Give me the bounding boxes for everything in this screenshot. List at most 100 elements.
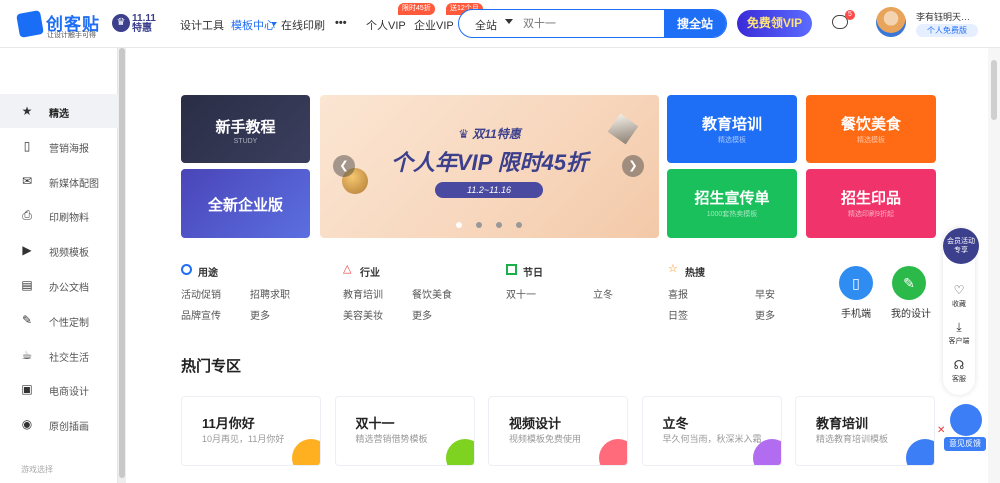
- hot-topic-card[interactable]: 教育培训 精选教育培训模板: [795, 396, 935, 466]
- category-link[interactable]: 双十一: [506, 286, 536, 301]
- hot-topic-card[interactable]: 立冬 早久何当雨，秋深米入霜: [641, 396, 782, 466]
- sidebar-item[interactable]: ☕ 社交生活: [0, 338, 118, 372]
- quick-action-label[interactable]: 我的设计: [891, 305, 931, 320]
- free-vip-button[interactable]: 免费领VIP: [737, 10, 812, 37]
- hot-topic-subtitle: 视频模板免费使用: [509, 434, 582, 444]
- category-title: 节日: [523, 268, 543, 279]
- page-scroll-thumb[interactable]: [991, 60, 997, 120]
- search-input[interactable]: [523, 15, 663, 32]
- avatar[interactable]: [876, 7, 906, 37]
- hot-topic-subtitle: 早久何当雨，秋深米入霜: [662, 434, 762, 444]
- sidebar-item[interactable]: ✉ 新媒体配图: [0, 164, 118, 198]
- nav-personal-vip[interactable]: 个人VIP: [366, 17, 406, 33]
- nav-template-center[interactable]: 模板中心: [231, 17, 275, 33]
- banner-dot[interactable]: [476, 222, 482, 228]
- search-scope-select[interactable]: 全站: [475, 17, 497, 33]
- category-link[interactable]: 更多: [412, 307, 432, 322]
- logo[interactable]: 创客贴 让设计触手可得: [16, 8, 108, 40]
- sidebar-item[interactable]: ▯ 营销海报: [0, 129, 118, 163]
- sidebar-item-label: 营销海报: [49, 143, 89, 155]
- category-link[interactable]: 餐饮美食: [412, 286, 452, 301]
- category-card[interactable]: 教育培训 精选模板: [667, 95, 797, 163]
- search-button[interactable]: 搜全站: [664, 10, 726, 37]
- category-link[interactable]: 早安: [755, 286, 775, 301]
- feedback-label: 意见反馈: [944, 437, 986, 451]
- sidebar-item[interactable]: ▤ 办公文档: [0, 268, 118, 302]
- sidebar-item-label: 印刷物料: [49, 213, 89, 225]
- caret-down-icon[interactable]: [505, 19, 513, 24]
- category-link[interactable]: 活动促销: [181, 286, 221, 301]
- shop-icon: ▣: [21, 382, 33, 397]
- nav-design-tools[interactable]: 设计工具: [180, 17, 224, 33]
- sidebar-item-label: 社交生活: [49, 352, 89, 364]
- hot-topic-card[interactable]: 双十一 精选营销借势模板: [334, 396, 475, 466]
- hot-topic-card[interactable]: 视频设计 视频模板免费使用: [488, 396, 628, 466]
- tool-label[interactable]: 客服: [945, 374, 973, 384]
- sidebar-item[interactable]: ⎙ 印刷物料: [0, 198, 118, 232]
- category-link[interactable]: 更多: [755, 307, 775, 322]
- nav-enterprise-vip[interactable]: 企业VIP: [414, 17, 454, 33]
- video-icon: ▶: [22, 243, 32, 258]
- logo-mark-icon: [16, 10, 44, 38]
- banner-dot[interactable]: [496, 222, 502, 228]
- hot-topic-card[interactable]: 11月你好 10月再见，11月你好: [181, 396, 321, 466]
- category-link[interactable]: 招聘求职: [250, 286, 290, 301]
- download-icon[interactable]: ⤓: [952, 320, 966, 334]
- personal-vip-badge: 限时45折: [398, 3, 435, 15]
- category-card[interactable]: 招生宣传单 1000套热卖模板: [667, 169, 797, 238]
- card-enterprise-edition[interactable]: 全新企业版: [181, 169, 310, 238]
- cup-icon: ☕: [21, 347, 33, 362]
- top-header: 创客贴 让设计触手可得 ♛ 11.11特惠 设计工具 模板中心 在线印刷 •••…: [0, 0, 1000, 48]
- banner-prev-arrow-icon[interactable]: ❮: [333, 155, 355, 177]
- category-link[interactable]: 日签: [668, 307, 688, 322]
- nav-online-print[interactable]: 在线印刷: [281, 17, 325, 33]
- headset-icon[interactable]: ☊: [952, 358, 966, 372]
- category-card[interactable]: 招生印品 精选印刷9折起: [806, 169, 936, 238]
- category-link[interactable]: 美容美妆: [343, 307, 383, 322]
- tool-label[interactable]: 客户端: [945, 336, 973, 346]
- crown-icon: ♛: [112, 14, 130, 32]
- chevron-down-icon: [271, 22, 277, 26]
- sidebar-item-label: 视频模板: [49, 248, 89, 260]
- card-title: 全新企业版: [207, 197, 283, 214]
- category-link[interactable]: 喜报: [668, 286, 688, 301]
- decor-shape: [292, 439, 320, 465]
- category-link[interactable]: 立冬: [593, 286, 613, 301]
- mascot-icon: [950, 404, 982, 436]
- banner-next-arrow-icon[interactable]: ❯: [622, 155, 644, 177]
- user-name[interactable]: 李有钰明天…: [916, 10, 976, 23]
- banner-dot[interactable]: [516, 222, 522, 228]
- quick-action-label[interactable]: 手机端: [841, 305, 871, 320]
- tool-label[interactable]: 收藏: [945, 299, 973, 309]
- banner-mark: ♛ 双11特惠: [458, 127, 521, 141]
- feedback-widget[interactable]: 意见反馈 ✕: [937, 404, 986, 454]
- promo-banner[interactable]: ♛ 双11特惠 个人年VIP 限时45折 11.2~11.16: [320, 95, 659, 238]
- mobile-icon[interactable]: ▯: [839, 266, 873, 300]
- card-title: 餐饮美食: [840, 116, 901, 133]
- category-link[interactable]: 更多: [250, 307, 270, 322]
- member-activity-button[interactable]: 会员活动 专享: [943, 228, 979, 264]
- sidebar-item[interactable]: ✎ 个性定制: [0, 303, 118, 337]
- sidebar-item[interactable]: ★ 精选: [0, 94, 118, 128]
- heart-icon[interactable]: ♡: [952, 283, 966, 297]
- banner-dot[interactable]: [456, 222, 462, 228]
- pencil-icon[interactable]: ✎: [892, 266, 926, 300]
- category-card[interactable]: 餐饮美食 精选模板: [806, 95, 936, 163]
- sidebar-item[interactable]: ▶ 视频模板: [0, 233, 118, 267]
- hot-section-title: 热门专区: [181, 358, 242, 375]
- card-title: 招生印品: [840, 190, 901, 207]
- sidebar-item[interactable]: ◉ 原创插画: [0, 407, 118, 441]
- close-icon[interactable]: ✕: [937, 426, 947, 436]
- banner-title: 个人年VIP 限时45折: [390, 150, 589, 175]
- sidebar-scroll-thumb[interactable]: [119, 48, 125, 478]
- nav-more-icon[interactable]: •••: [335, 17, 347, 29]
- sidebar-item[interactable]: ▣ 电商设计: [0, 372, 118, 406]
- card-beginner-tutorial[interactable]: 新手教程 STUDY: [181, 95, 310, 163]
- sidebar-more-label: 游戏选择: [21, 465, 53, 474]
- double-eleven-promo[interactable]: ♛ 11.11特惠: [112, 12, 156, 36]
- member-activity-sub: 专享: [954, 247, 968, 254]
- category-link[interactable]: 品牌宣传: [181, 307, 221, 322]
- user-plan-tag[interactable]: 个人免费版: [916, 24, 978, 37]
- category-link[interactable]: 教育培训: [343, 286, 383, 301]
- category-title: 行业: [360, 268, 380, 279]
